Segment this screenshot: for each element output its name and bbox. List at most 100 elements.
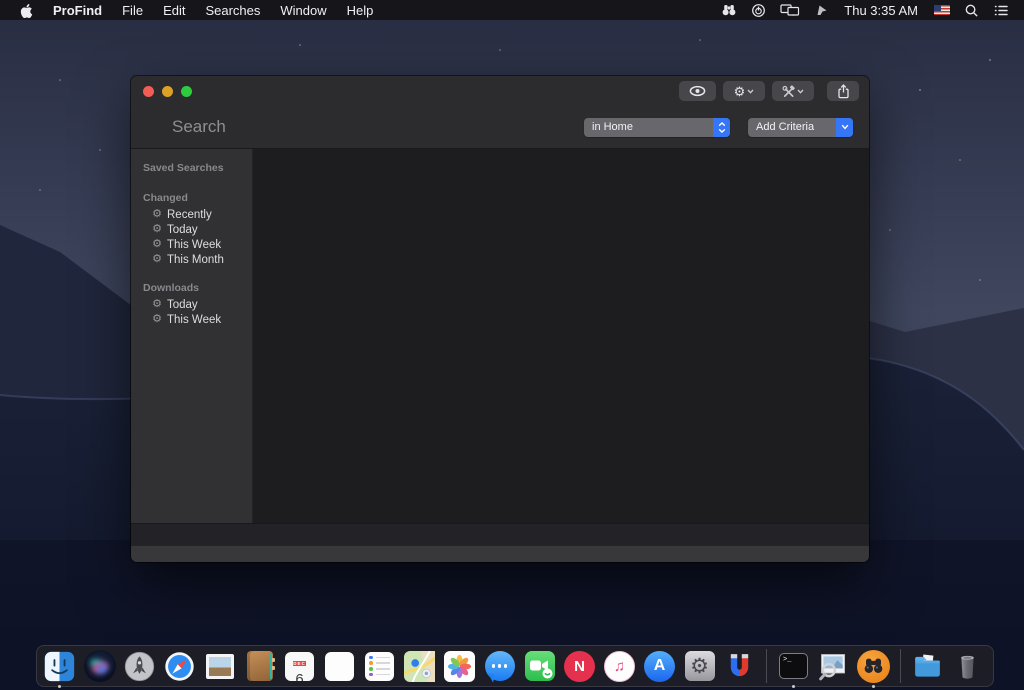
downloads-folder-icon [911, 650, 944, 683]
results-area[interactable] [253, 149, 869, 523]
chevron-down-icon [797, 89, 804, 94]
us-flag-icon[interactable] [927, 5, 957, 15]
dock-magnet[interactable] [722, 649, 757, 684]
traffic-lights [143, 86, 192, 97]
search-title: Search [172, 117, 226, 137]
saved-search-changed-recently[interactable]: ⚙Recently [131, 207, 252, 222]
saved-search-changed-this-month[interactable]: ⚙This Month [131, 252, 252, 267]
profind-binoculars-icon [857, 650, 890, 683]
dock: DEC 6 N ♫ A ⚙ [36, 645, 994, 687]
spotlight-search-icon[interactable] [957, 3, 986, 18]
section-changed: Changed [131, 189, 252, 207]
close-button[interactable] [143, 86, 154, 97]
dock-app-store[interactable]: A [642, 649, 677, 684]
item-label: This Week [167, 239, 221, 251]
binoculars-icon[interactable] [714, 3, 744, 17]
add-criteria-label: Add Criteria [748, 121, 822, 133]
dock-reminders[interactable] [362, 649, 397, 684]
apple-menu-icon[interactable] [10, 3, 43, 18]
add-criteria-pulldown[interactable]: Add Criteria [748, 118, 853, 137]
dock-maps[interactable] [402, 649, 437, 684]
dock-preview[interactable] [816, 649, 851, 684]
smart-gear-icon: ⚙ [151, 299, 163, 310]
calendar-month: DEC [293, 661, 306, 666]
dock-profind[interactable] [856, 649, 891, 684]
system-preferences-gear-icon: ⚙ [685, 651, 715, 681]
popup-updown-chevrons-icon [713, 118, 730, 137]
saved-searches-sidebar: Saved Searches Changed ⚙Recently ⚙Today … [131, 149, 253, 523]
saved-search-downloads-this-week[interactable]: ⚙This Week [131, 312, 252, 327]
dock-facetime[interactable] [522, 649, 557, 684]
preview-eye-button[interactable] [679, 81, 716, 101]
dock-mail[interactable] [202, 649, 237, 684]
saved-search-changed-today[interactable]: ⚙ Today [131, 222, 252, 237]
smart-gear-icon: ⚙ [151, 224, 163, 235]
item-label: Today [167, 299, 198, 311]
results-footer-strip [131, 523, 869, 545]
terminal-prompt: >_ [783, 656, 791, 664]
safari-compass-icon [163, 650, 196, 683]
item-label: Recently [167, 209, 212, 221]
zoom-button[interactable] [181, 86, 192, 97]
magnet-icon [723, 650, 756, 683]
contacts-book-icon [247, 651, 273, 681]
app-store-letter: A [654, 657, 666, 675]
dock-safari[interactable] [162, 649, 197, 684]
siri-icon [84, 650, 116, 682]
news-icon: N [564, 651, 595, 682]
dock-system-preferences[interactable]: ⚙ [682, 649, 717, 684]
item-label: Today [167, 224, 198, 236]
menu-clock[interactable]: Thu 3:35 AM [835, 3, 927, 18]
window-toolbar: ⚙ [679, 81, 859, 101]
dock-itunes[interactable]: ♫ [602, 649, 637, 684]
music-note-icon: ♫ [614, 658, 625, 675]
displays-icon[interactable] [773, 3, 807, 17]
notification-center-icon[interactable] [986, 4, 1016, 17]
dock-trash[interactable] [950, 649, 985, 684]
hammer-wrench-icon [782, 85, 795, 98]
section-downloads: Downloads [131, 279, 252, 297]
smart-gear-icon: ⚙ [151, 239, 163, 250]
dock-calendar[interactable]: DEC 6 [282, 649, 317, 684]
dock-downloads[interactable] [910, 649, 945, 684]
smart-gear-icon: ⚙ [151, 254, 163, 265]
smart-gear-icon: ⚙ [151, 314, 163, 325]
dock-contacts[interactable] [242, 649, 277, 684]
dock-notes[interactable] [322, 649, 357, 684]
menu-file[interactable]: File [112, 3, 153, 18]
saved-search-downloads-today[interactable]: ⚙ Today [131, 297, 252, 312]
photos-pinwheel-icon [444, 651, 475, 682]
news-letter: N [574, 658, 585, 675]
actions-gear-button[interactable]: ⚙ [723, 81, 765, 101]
share-button[interactable] [827, 81, 859, 101]
app-menu-profind[interactable]: ProFind [43, 3, 112, 18]
running-indicator [792, 685, 795, 688]
window-titlebar[interactable]: ⚙ [131, 76, 869, 106]
running-indicator [58, 685, 61, 688]
preview-icon [817, 650, 850, 683]
running-indicator [872, 685, 875, 688]
dock-siri[interactable] [82, 649, 117, 684]
pulldown-chevron-icon [836, 118, 853, 137]
reminders-icon [365, 652, 394, 681]
dock-launchpad[interactable] [122, 649, 157, 684]
scope-popup-value: in Home [584, 121, 641, 133]
mail-stamp-icon [206, 654, 234, 679]
menu-help[interactable]: Help [337, 3, 384, 18]
menu-searches[interactable]: Searches [195, 3, 270, 18]
sidebar-header: Saved Searches [131, 159, 252, 177]
dock-messages[interactable] [482, 649, 517, 684]
tools-button[interactable] [772, 81, 814, 101]
maps-icon [404, 651, 435, 682]
menu-window[interactable]: Window [270, 3, 336, 18]
menu-edit[interactable]: Edit [153, 3, 195, 18]
minimize-button[interactable] [162, 86, 173, 97]
dock-photos[interactable] [442, 649, 477, 684]
dock-terminal[interactable]: >_ [776, 649, 811, 684]
saved-search-changed-this-week[interactable]: ⚙ This Week [131, 237, 252, 252]
scope-popup[interactable]: in Home [584, 118, 730, 137]
power-circle-icon[interactable] [744, 3, 773, 18]
dock-news[interactable]: N [562, 649, 597, 684]
pointer-icon[interactable] [807, 3, 835, 17]
dock-finder[interactable] [42, 649, 77, 684]
